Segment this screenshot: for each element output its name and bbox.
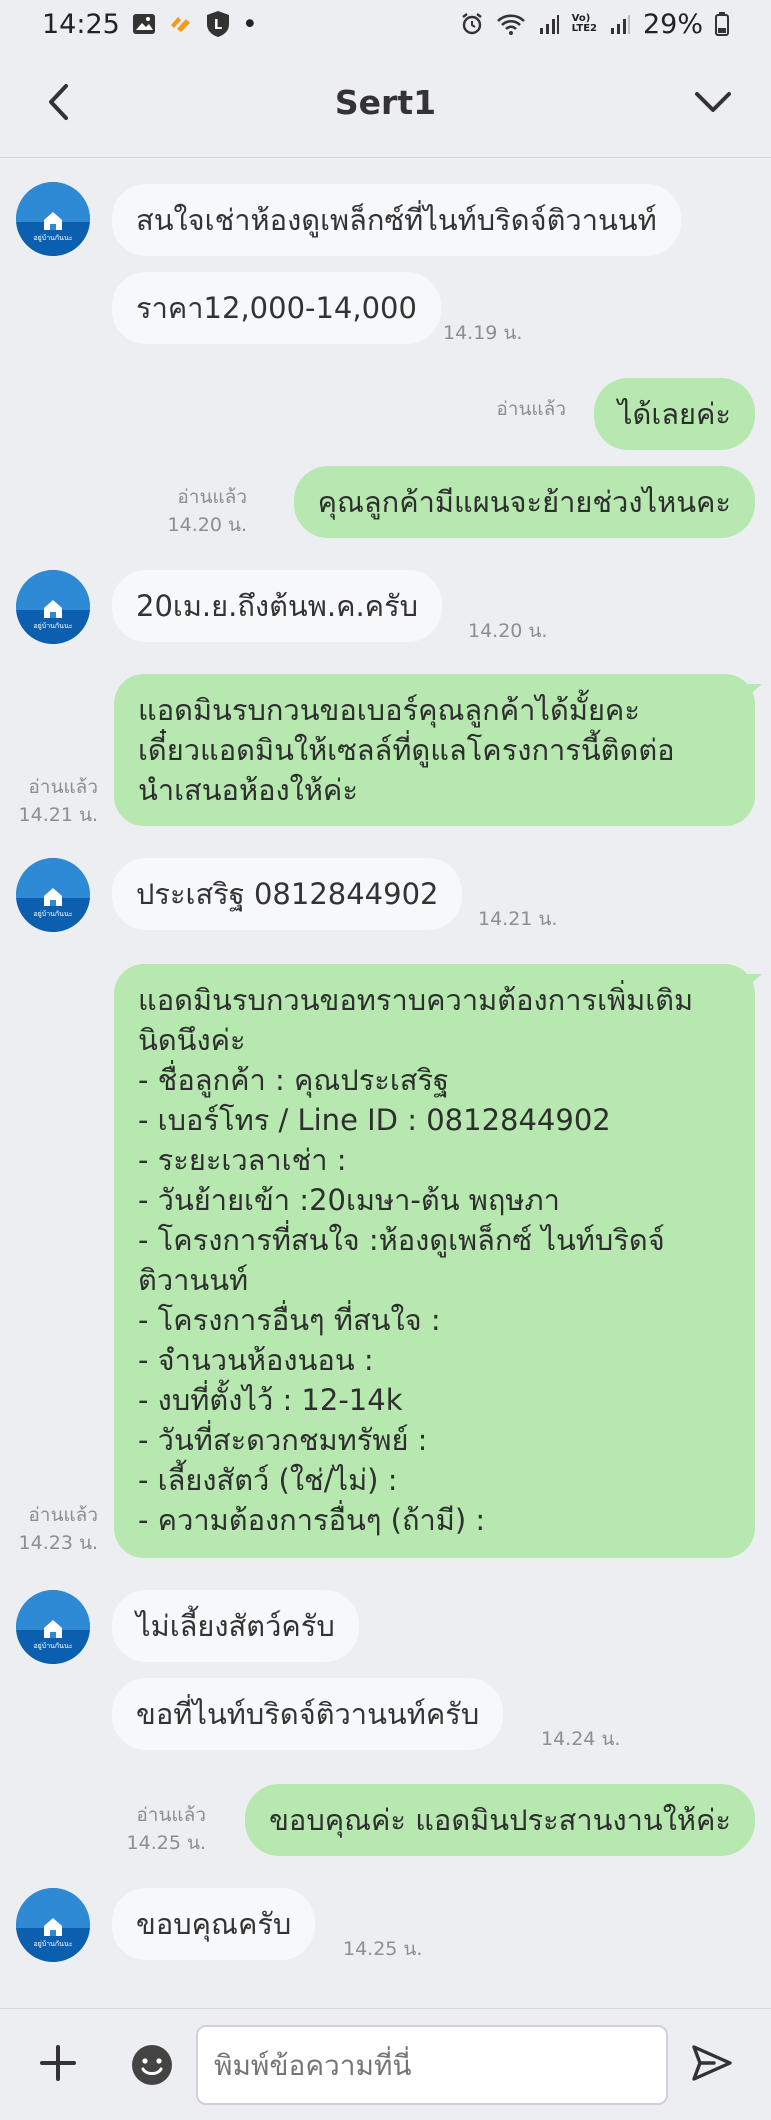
chevron-down-icon (695, 92, 731, 112)
plus-icon (40, 2045, 76, 2081)
message-bubble-incoming[interactable]: สนใจเช่าห้องดูเพล็กซ์ที่ไนท์บริดจ์ติวานน… (112, 184, 681, 256)
volte-icon: Vo) LTE2 (571, 13, 597, 34)
more-notifications-dot: • (241, 8, 258, 40)
message-line: - โครงการอื่นๆ ที่สนใจ : (138, 1303, 441, 1337)
message-line: ติวานนท์ (138, 1263, 249, 1297)
battery-icon (715, 12, 729, 36)
bubble-tail (746, 974, 762, 988)
message-line: เดี๋ยวแอดมินให้เซลล์ที่ดูแลโครงการนี้ติด… (138, 733, 675, 767)
menu-dropdown-button[interactable] (689, 78, 737, 126)
message-line: นิดนึงค่ะ (138, 1023, 246, 1057)
alarm-icon (460, 12, 484, 36)
wifi-icon (496, 12, 526, 36)
message-time: 14.24 น. (541, 1728, 621, 1750)
chat-title: Sert1 (334, 83, 437, 122)
l-badge-icon: L (206, 10, 230, 38)
svg-text:อยู่บ้านกันนะ: อยู่บ้านกันนะ (33, 1642, 72, 1650)
message-bubble-outgoing[interactable]: แอดมินรบกวนขอเบอร์คุณลูกค้าได้มั้ยคะ เดี… (114, 674, 755, 826)
message-bubble-outgoing[interactable]: คุณลูกค้ามีแผนจะย้ายช่วงไหนคะ (293, 466, 755, 538)
message-line: - วันย้ายเข้า :20เมษา-ต้น พฤษภา (138, 1183, 560, 1217)
app-notification-icon (168, 13, 194, 35)
message-time: 14.25 น. (343, 1938, 423, 1960)
send-icon (692, 2045, 732, 2081)
add-button[interactable] (36, 2041, 80, 2085)
emoji-button[interactable] (130, 2043, 174, 2087)
bubble-tail (746, 684, 762, 698)
send-button[interactable] (690, 2041, 734, 2085)
chat-header: Sert1 (0, 48, 771, 158)
message-line: - เลี้ยงสัตว์ (ใช่/ไม่) : (138, 1463, 398, 1497)
message-line: - วันที่สะดวกชมทรัพย์ : (138, 1423, 428, 1457)
back-button[interactable] (38, 78, 78, 126)
signal-1-icon (538, 13, 560, 35)
message-line: - ชื่อลูกค้า : คุณประเสริฐ (138, 1063, 450, 1097)
message-time: 14.23 น. (18, 1532, 98, 1554)
emoji-icon (132, 2045, 172, 2085)
read-receipt: อ่านแล้ว (496, 398, 566, 420)
svg-text:L: L (214, 18, 222, 33)
message-line: แอดมินรบกวนขอเบอร์คุณลูกค้าได้มั้ยคะ (138, 693, 640, 727)
message-time: 14.19 น. (443, 322, 523, 344)
status-bar: 14:25 L • Vo) LTE2 29% (0, 0, 771, 48)
avatar[interactable]: อยู่บ้านกันนะ (16, 858, 90, 932)
message-input-bar (0, 2008, 771, 2120)
signal-2-icon (609, 13, 631, 35)
gallery-icon (132, 13, 156, 35)
battery-percent: 29% (642, 8, 703, 40)
message-time: 14.21 น. (18, 804, 98, 826)
svg-text:อยู่บ้านกันนะ: อยู่บ้านกันนะ (33, 622, 72, 630)
message-bubble-outgoing[interactable]: ได้เลยค่ะ (593, 378, 755, 450)
status-time: 14:25 (42, 8, 120, 40)
read-receipt: อ่านแล้ว (28, 1504, 98, 1526)
message-line: แอดมินรบกวนขอทราบความต้องการเพิ่มเติม (138, 983, 694, 1017)
read-receipt: อ่านแล้ว (136, 1804, 206, 1826)
message-line: - ระยะเวลาเช่า : (138, 1143, 347, 1177)
message-line: - โครงการที่สนใจ :ห้องดูเพล็กซ์ ไนท์บริด… (138, 1223, 665, 1257)
avatar[interactable]: อยู่บ้านกันนะ (16, 1590, 90, 1664)
message-bubble-incoming[interactable]: ไม่เลี้ยงสัตว์ครับ (112, 1590, 359, 1662)
message-bubble-outgoing[interactable]: ขอบคุณค่ะ แอดมินประสานงานให้ค่ะ (245, 1784, 755, 1856)
svg-text:อยู่บ้านกันนะ: อยู่บ้านกันนะ (33, 910, 72, 918)
read-receipt: อ่านแล้ว (177, 486, 247, 508)
message-line: นำเสนอห้องให้ค่ะ (138, 773, 358, 807)
message-time: 14.21 น. (478, 908, 558, 930)
read-receipt: อ่านแล้ว (28, 776, 98, 798)
message-time: 14.20 น. (167, 514, 247, 536)
message-input[interactable] (196, 2025, 668, 2105)
message-bubble-incoming[interactable]: ราคา12,000-14,000 (112, 272, 441, 344)
avatar[interactable]: อยู่บ้านกันนะ (16, 1888, 90, 1962)
message-line: - จำนวนห้องนอน : (138, 1343, 374, 1377)
status-left: 14:25 L • (42, 9, 258, 40)
avatar[interactable]: อยู่บ้านกันนะ (16, 182, 90, 256)
message-time: 14.25 น. (126, 1832, 206, 1854)
back-arrow-icon (49, 84, 68, 120)
message-time: 14.20 น. (468, 620, 548, 642)
message-bubble-incoming[interactable]: ขอบคุณครับ (112, 1888, 316, 1960)
avatar[interactable]: อยู่บ้านกันนะ (16, 570, 90, 644)
message-bubble-incoming[interactable]: ประเสริฐ 0812844902 (112, 858, 463, 930)
status-right: Vo) LTE2 29% (460, 9, 729, 40)
message-bubble-incoming[interactable]: ขอที่ไนท์บริดจ์ติวานนท์ครับ (112, 1678, 504, 1750)
message-line: - เบอร์โทร / Line ID : 0812844902 (138, 1103, 611, 1137)
svg-text:อยู่บ้านกันนะ: อยู่บ้านกันนะ (33, 234, 72, 242)
message-bubble-incoming[interactable]: 20เม.ย.ถึงต้นพ.ค.ครับ (112, 570, 443, 642)
svg-text:อยู่บ้านกันนะ: อยู่บ้านกันนะ (33, 1940, 72, 1948)
message-line: - ความต้องการอื่นๆ (ถ้ามี) : (138, 1503, 486, 1537)
message-line: - งบที่ตั้งไว้ : 12-14k (138, 1383, 403, 1417)
message-bubble-outgoing[interactable]: แอดมินรบกวนขอทราบความต้องการเพิ่มเติม นิ… (114, 964, 755, 1558)
